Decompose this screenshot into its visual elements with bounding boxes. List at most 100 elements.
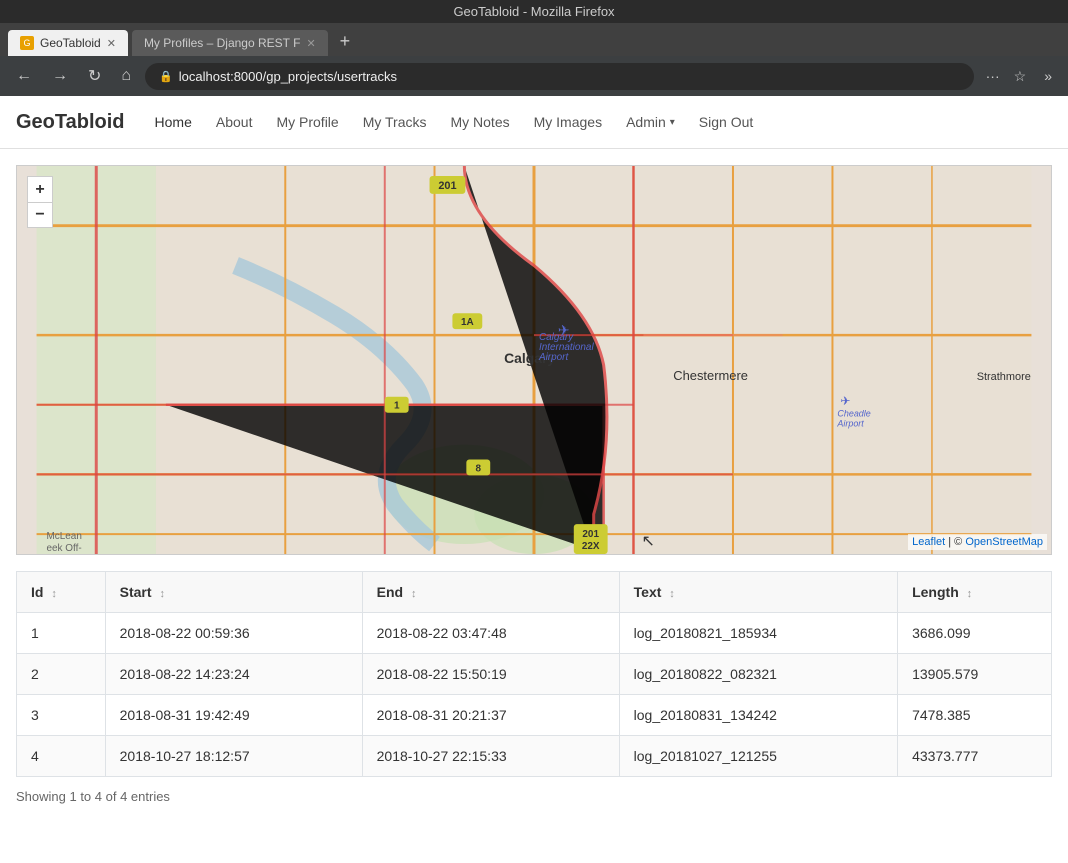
col-text-sort-icon: ↕ bbox=[669, 588, 675, 600]
bookmark-button[interactable]: ☆ bbox=[1010, 64, 1031, 89]
tab-geotabloid-close[interactable]: ✕ bbox=[107, 37, 116, 50]
cell-text: log_20181027_121255 bbox=[619, 736, 897, 777]
svg-text:1: 1 bbox=[394, 401, 400, 412]
cell-end: 2018-08-31 20:21:37 bbox=[362, 695, 619, 736]
cell-start: 2018-08-31 19:42:49 bbox=[105, 695, 362, 736]
map-controls: + − bbox=[27, 176, 53, 228]
tab-geotabloid-label: GeoTabloid bbox=[40, 36, 101, 50]
col-start[interactable]: Start ↕ bbox=[105, 572, 362, 613]
cell-id: 2 bbox=[17, 654, 106, 695]
tab-myprofiles-label: My Profiles – Django REST F bbox=[144, 36, 301, 50]
tab-myprofiles[interactable]: My Profiles – Django REST F ✕ bbox=[132, 30, 328, 56]
col-text-label: Text bbox=[634, 584, 662, 600]
svg-text:✈: ✈ bbox=[840, 394, 850, 408]
brand-link[interactable]: GeoTabloid bbox=[16, 111, 125, 134]
cell-start: 2018-08-22 00:59:36 bbox=[105, 613, 362, 654]
col-id[interactable]: Id ↕ bbox=[17, 572, 106, 613]
cell-length: 13905.579 bbox=[898, 654, 1052, 695]
svg-text:Airport: Airport bbox=[836, 419, 864, 429]
col-start-sort-icon: ↕ bbox=[159, 588, 165, 600]
url-text: localhost:8000/gp_projects/usertracks bbox=[179, 69, 397, 84]
table-row: 12018-08-22 00:59:362018-08-22 03:47:48l… bbox=[17, 613, 1052, 654]
col-length[interactable]: Length ↕ bbox=[898, 572, 1052, 613]
table-body: 12018-08-22 00:59:362018-08-22 03:47:48l… bbox=[17, 613, 1052, 777]
cell-text: log_20180831_134242 bbox=[619, 695, 897, 736]
svg-text:Airport: Airport bbox=[538, 352, 570, 363]
cell-start: 2018-08-22 14:23:24 bbox=[105, 654, 362, 695]
favicon-geotabloid: G bbox=[20, 36, 34, 50]
attribution-separator: | © bbox=[948, 536, 965, 548]
address-bar: ← → ↻ ⌂ 🔒 localhost:8000/gp_projects/use… bbox=[0, 56, 1068, 96]
cell-length: 3686.099 bbox=[898, 613, 1052, 654]
cell-end: 2018-08-22 03:47:48 bbox=[362, 613, 619, 654]
col-text[interactable]: Text ↕ bbox=[619, 572, 897, 613]
svg-text:Strathmore: Strathmore bbox=[977, 371, 1031, 383]
cell-end: 2018-10-27 22:15:33 bbox=[362, 736, 619, 777]
col-end-sort-icon: ↕ bbox=[411, 588, 417, 600]
table-info: Showing 1 to 4 of 4 entries bbox=[16, 789, 1052, 804]
tab-myprofiles-close[interactable]: ✕ bbox=[306, 37, 315, 50]
navbar: GeoTabloid Home About My Profile My Trac… bbox=[0, 96, 1068, 149]
col-end-label: End bbox=[377, 584, 403, 600]
nav-about[interactable]: About bbox=[206, 108, 263, 136]
zoom-in-button[interactable]: + bbox=[27, 176, 53, 202]
table-row: 42018-10-27 18:12:572018-10-27 22:15:33l… bbox=[17, 736, 1052, 777]
nav-home[interactable]: Home bbox=[145, 108, 202, 136]
more-button[interactable]: ··· bbox=[982, 64, 1004, 88]
nav-myprofile[interactable]: My Profile bbox=[266, 108, 348, 136]
svg-text:201: 201 bbox=[582, 529, 599, 540]
address-actions: ··· ☆ bbox=[982, 64, 1031, 89]
tab-geotabloid[interactable]: G GeoTabloid ✕ bbox=[8, 30, 128, 56]
col-id-sort-icon: ↕ bbox=[51, 588, 57, 600]
map-attribution: Leaflet | © OpenStreetMap bbox=[908, 534, 1047, 550]
forward-button[interactable]: → bbox=[46, 63, 74, 89]
zoom-out-button[interactable]: − bbox=[27, 202, 53, 228]
table-row: 32018-08-31 19:42:492018-08-31 20:21:37l… bbox=[17, 695, 1052, 736]
home-button[interactable]: ⌂ bbox=[115, 63, 137, 89]
nav-mynotes[interactable]: My Notes bbox=[440, 108, 519, 136]
back-button[interactable]: ← bbox=[10, 63, 38, 89]
cell-text: log_20180822_082321 bbox=[619, 654, 897, 695]
tab-bar: G GeoTabloid ✕ My Profiles – Django REST… bbox=[0, 23, 1068, 56]
cell-start: 2018-10-27 18:12:57 bbox=[105, 736, 362, 777]
cell-text: log_20180821_185934 bbox=[619, 613, 897, 654]
svg-text:McLean: McLean bbox=[47, 531, 82, 542]
col-length-sort-icon: ↕ bbox=[967, 588, 973, 600]
table-container: Id ↕ Start ↕ End ↕ Text ↕ bbox=[16, 571, 1052, 804]
navbar-nav: Home About My Profile My Tracks My Notes… bbox=[145, 108, 764, 136]
leaflet-link[interactable]: Leaflet bbox=[912, 536, 945, 548]
map-svg: 201 1A 1 8 201 22X 201 bbox=[17, 166, 1051, 554]
nav-myimages[interactable]: My Images bbox=[524, 108, 612, 136]
svg-text:201: 201 bbox=[438, 180, 456, 192]
svg-text:Cheadle: Cheadle bbox=[837, 409, 870, 419]
svg-text:eek Off-: eek Off- bbox=[47, 543, 82, 554]
col-length-label: Length bbox=[912, 584, 959, 600]
table-row: 22018-08-22 14:23:242018-08-22 15:50:19l… bbox=[17, 654, 1052, 695]
svg-text:↖: ↖ bbox=[641, 533, 654, 550]
svg-text:✈: ✈ bbox=[558, 322, 570, 338]
extensions-button[interactable]: » bbox=[1038, 64, 1058, 88]
lock-icon: 🔒 bbox=[159, 70, 173, 83]
refresh-button[interactable]: ↻ bbox=[82, 62, 107, 90]
svg-text:1A: 1A bbox=[461, 317, 474, 328]
osm-link[interactable]: OpenStreetMap bbox=[965, 536, 1043, 548]
nav-signout[interactable]: Sign Out bbox=[689, 108, 763, 136]
table-head: Id ↕ Start ↕ End ↕ Text ↕ bbox=[17, 572, 1052, 613]
cell-length: 43373.777 bbox=[898, 736, 1052, 777]
tracks-table: Id ↕ Start ↕ End ↕ Text ↕ bbox=[16, 571, 1052, 777]
cell-end: 2018-08-22 15:50:19 bbox=[362, 654, 619, 695]
map-container: 201 1A 1 8 201 22X 201 bbox=[16, 165, 1052, 555]
svg-text:8: 8 bbox=[476, 463, 482, 474]
col-id-label: Id bbox=[31, 584, 43, 600]
svg-text:Chestermere: Chestermere bbox=[673, 368, 748, 383]
nav-admin-dropdown[interactable]: Admin bbox=[616, 108, 685, 136]
col-end[interactable]: End ↕ bbox=[362, 572, 619, 613]
cell-length: 7478.385 bbox=[898, 695, 1052, 736]
map-placeholder[interactable]: 201 1A 1 8 201 22X 201 bbox=[17, 166, 1051, 554]
title-bar: GeoTabloid - Mozilla Firefox bbox=[0, 0, 1068, 23]
address-input-container[interactable]: 🔒 localhost:8000/gp_projects/usertracks bbox=[145, 63, 974, 90]
new-tab-button[interactable]: + bbox=[332, 27, 359, 56]
svg-text:22X: 22X bbox=[582, 541, 600, 552]
nav-mytracks[interactable]: My Tracks bbox=[353, 108, 437, 136]
browser-title: GeoTabloid - Mozilla Firefox bbox=[8, 4, 1060, 19]
